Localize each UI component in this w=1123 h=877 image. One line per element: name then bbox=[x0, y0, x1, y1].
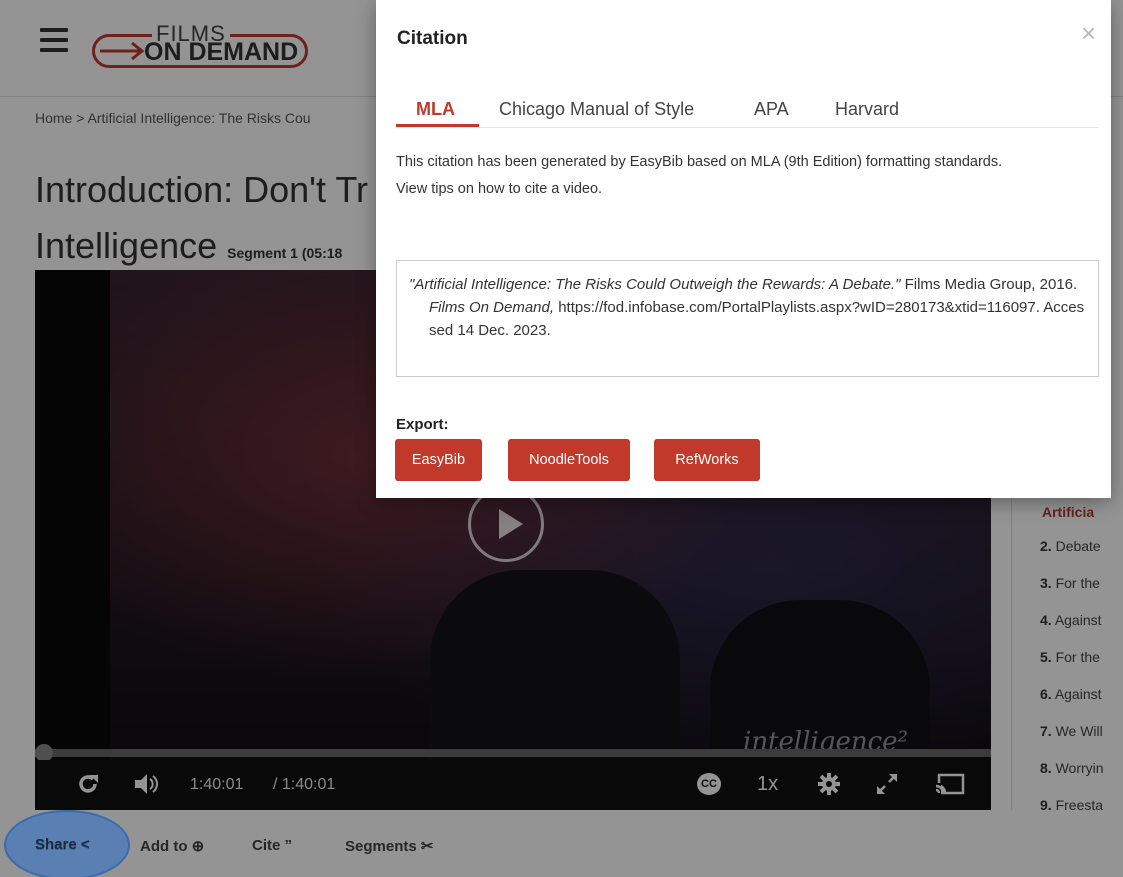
export-noodletools-button[interactable]: NoodleTools bbox=[508, 439, 630, 481]
tab-harvard[interactable]: Harvard bbox=[835, 99, 899, 120]
citation-description: This citation has been generated by Easy… bbox=[396, 149, 1076, 203]
page: FILMS ON DEMAND Home > Artificial Intell… bbox=[0, 0, 1123, 877]
tab-chicago[interactable]: Chicago Manual of Style bbox=[499, 99, 694, 120]
citation-text-box[interactable]: "Artificial Intelligence: The Risks Coul… bbox=[396, 260, 1099, 377]
modal-title: Citation bbox=[397, 28, 468, 49]
tab-mla[interactable]: MLA bbox=[416, 99, 455, 120]
export-label: Export: bbox=[396, 416, 449, 433]
export-easybib-button[interactable]: EasyBib bbox=[395, 439, 482, 481]
citation-container: Films On Demand, bbox=[429, 299, 555, 316]
citation-modal: Citation × MLA Chicago Manual of Style A… bbox=[376, 0, 1111, 498]
citation-publisher: Films Media Group, 2016. bbox=[900, 276, 1078, 293]
citation-title: "Artificial Intelligence: The Risks Coul… bbox=[409, 276, 901, 293]
cite-video-tips-link[interactable]: View tips on how to cite a video. bbox=[396, 181, 602, 197]
export-refworks-button[interactable]: RefWorks bbox=[654, 439, 760, 481]
citation-description-text: This citation has been generated by Easy… bbox=[396, 154, 1003, 170]
citation-style-tabs: MLA Chicago Manual of Style APA Harvard bbox=[396, 93, 1098, 128]
share-button-highlighted[interactable]: Share < bbox=[35, 836, 90, 853]
tab-apa[interactable]: APA bbox=[754, 99, 789, 120]
active-tab-indicator bbox=[396, 124, 479, 127]
close-icon[interactable]: × bbox=[1081, 20, 1096, 46]
